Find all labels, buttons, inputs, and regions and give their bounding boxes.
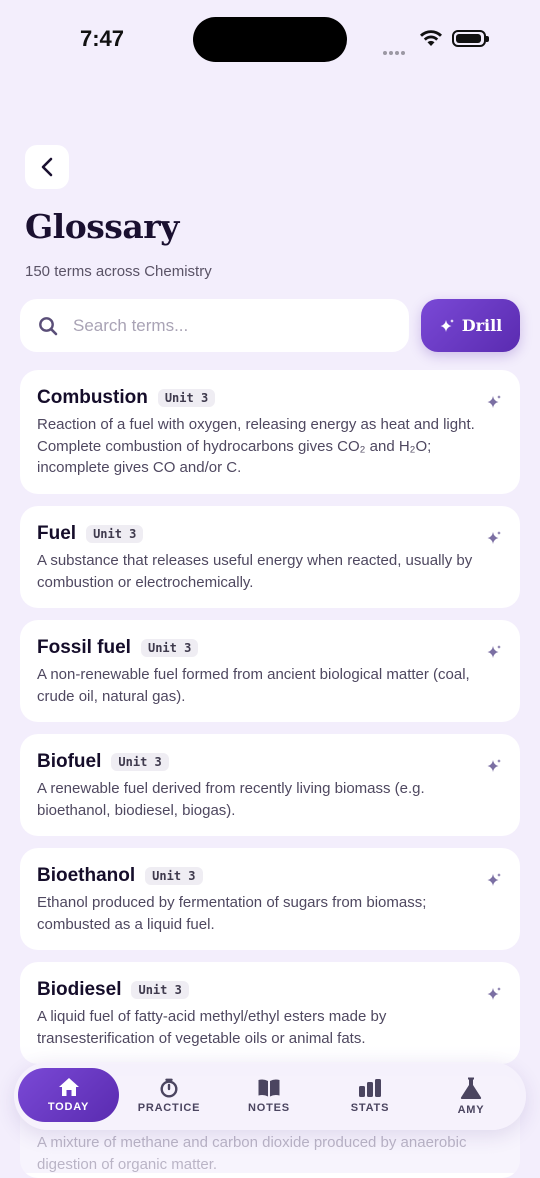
tab-label: TODAY (47, 1101, 90, 1113)
term-definition: A mixture of methane and carbon dioxide … (37, 1134, 467, 1173)
term-title: Biofuel (37, 751, 102, 772)
page-title: Glossary (25, 207, 179, 246)
unit-badge: Unit 3 (140, 639, 199, 657)
glossary-card[interactable]: Fossil fuel Unit 3 A non-renewable fuel … (20, 620, 520, 722)
page-subtitle: 150 terms across Chemistry (25, 263, 212, 280)
term-definition: Ethanol produced by fermentation of suga… (37, 894, 427, 933)
glossary-card[interactable]: Bioethanol Unit 3 Ethanol produced by fe… (20, 848, 520, 950)
term-title: Biodiesel (37, 979, 122, 1000)
tab-notes[interactable]: NOTES (229, 1062, 309, 1130)
signal-icon (383, 42, 407, 60)
stopwatch-icon (160, 1078, 178, 1098)
tab-bar: TODAY PRACTICE NOTES STATS AMY (14, 1062, 526, 1130)
wifi-icon (420, 30, 442, 46)
glossary-card[interactable]: Biodiesel Unit 3 A liquid fuel of fatty-… (20, 962, 520, 1064)
unit-badge: Unit 3 (86, 525, 144, 543)
glossary-card[interactable]: Fuel Unit 3 A substance that releases us… (20, 506, 520, 608)
status-time: 7:47 (80, 26, 125, 51)
sparkle-icon[interactable] (486, 872, 502, 888)
tab-today[interactable]: TODAY (18, 1068, 119, 1122)
battery-icon (452, 30, 489, 47)
unit-badge: Unit 3 (157, 389, 216, 407)
search-icon (39, 316, 58, 335)
sparkle-icon (440, 318, 454, 332)
unit-badge: Unit 3 (131, 981, 189, 999)
dynamic-island (193, 17, 347, 62)
term-title: Fossil fuel (37, 637, 131, 658)
tab-practice[interactable]: PRACTICE (129, 1062, 209, 1130)
glossary-card[interactable]: Biofuel Unit 3 A renewable fuel derived … (20, 734, 520, 836)
back-button[interactable] (25, 145, 69, 189)
sparkle-icon[interactable] (486, 644, 502, 660)
status-bar: 7:47 (0, 0, 540, 80)
tab-stats[interactable]: STATS (330, 1062, 410, 1130)
tab-amy[interactable]: AMY (431, 1062, 511, 1130)
term-title: Fuel (37, 523, 77, 544)
term-title: Combustion (37, 387, 148, 408)
chevron-left-icon (41, 157, 53, 177)
search-bar[interactable] (20, 299, 409, 352)
flask-icon (460, 1077, 482, 1099)
term-definition: A non-renewable fuel formed from ancient… (37, 666, 470, 705)
tab-label: PRACTICE (137, 1102, 201, 1114)
unit-badge: Unit 3 (145, 867, 203, 885)
unit-badge: Unit 3 (111, 753, 169, 771)
tab-label: NOTES (248, 1102, 290, 1114)
home-icon (58, 1078, 79, 1096)
term-definition: A liquid fuel of fatty-acid methyl/ethyl… (37, 1008, 387, 1047)
glossary-card[interactable]: Combustion Unit 3 Reaction of a fuel wit… (20, 370, 520, 494)
sparkle-icon[interactable] (486, 758, 502, 774)
search-input[interactable] (71, 314, 375, 337)
tab-label: STATS (350, 1102, 390, 1114)
sparkle-icon[interactable] (486, 530, 502, 546)
tab-label: AMY (457, 1104, 485, 1116)
book-icon (258, 1079, 280, 1097)
sparkle-icon[interactable] (486, 394, 502, 410)
bar-chart-icon (359, 1079, 381, 1097)
drill-label: Drill (461, 316, 503, 335)
term-definition: A substance that releases useful energy … (37, 552, 473, 591)
term-definition: A renewable fuel derived from recently l… (37, 780, 425, 819)
term-definition: Reaction of a fuel with oxygen, releasin… (37, 416, 475, 476)
sparkle-icon[interactable] (486, 986, 502, 1002)
term-title: Bioethanol (37, 865, 136, 886)
drill-button[interactable]: Drill (421, 299, 520, 352)
